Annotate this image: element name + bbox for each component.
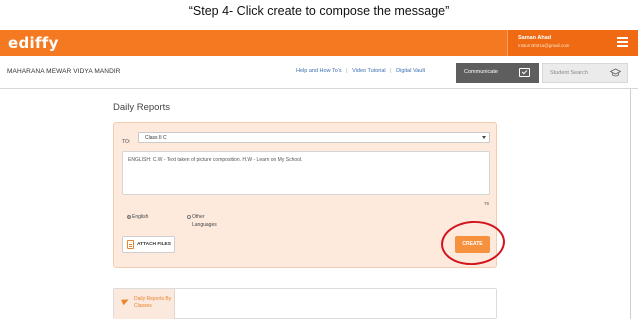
help-link[interactable]: Help and How To's — [296, 68, 342, 74]
help-links: Help and How To's | Video Tutorial | Dig… — [296, 68, 428, 74]
message-textarea[interactable]: ENGLISH: C.W - Text taken of picture com… — [122, 151, 490, 195]
radio-selected-icon — [127, 214, 131, 219]
radio-other-label: Other Languages — [192, 214, 217, 228]
file-attach-icon — [127, 240, 134, 249]
to-label: TO: — [122, 139, 131, 145]
radio-english[interactable]: English — [127, 214, 148, 220]
tab-daily-reports-by-classes[interactable]: Daily Reports By Classes — [114, 289, 175, 319]
student-search-box[interactable]: Student Search — [542, 63, 628, 83]
school-name: MAHARANA MEWAR VIDYA MANDIR — [7, 68, 121, 75]
message-check-icon — [519, 68, 530, 77]
hamburger-menu-icon[interactable] — [617, 37, 628, 47]
tab-label: Daily Reports By Classes — [134, 296, 172, 309]
radio-english-label: English — [132, 214, 149, 220]
send-icon — [121, 296, 130, 306]
dropdown-caret-icon — [482, 136, 486, 139]
video-tutorial-link[interactable]: Video Tutorial — [352, 68, 386, 74]
link-separator: | — [390, 68, 392, 74]
compose-card: TO: Class II C ENGLISH: C.W - Text taken… — [113, 122, 497, 268]
user-profile[interactable]: Saman Ahad msturn3021a@gmail.com — [507, 30, 638, 56]
top-bar: ediffy Saman Ahad msturn3021a@gmail.com — [0, 30, 638, 56]
radio-unselected-icon — [187, 214, 191, 219]
attach-files-button[interactable]: ATTACH FILES — [122, 236, 175, 253]
class-select-value: Class II C — [145, 135, 167, 141]
secondary-nav: MAHARANA MEWAR VIDYA MANDIR Help and How… — [0, 56, 638, 89]
report-list-card: Daily Reports By Classes — [113, 288, 497, 319]
class-select[interactable]: Class II C — [138, 132, 490, 143]
student-search-placeholder: Student Search — [550, 70, 588, 76]
attach-files-label: ATTACH FILES — [137, 242, 171, 247]
radio-other-languages[interactable]: Other Languages — [187, 214, 218, 229]
user-email: msturn3021a@gmail.com — [518, 43, 570, 48]
digital-vault-link[interactable]: Digital Vault — [396, 68, 425, 74]
user-name: Saman Ahad — [518, 35, 552, 41]
scrollbar-track[interactable] — [630, 89, 631, 319]
link-separator: | — [346, 68, 348, 74]
graduation-cap-icon — [610, 68, 621, 77]
message-text: ENGLISH: C.W - Text taken of picture com… — [128, 157, 303, 163]
communicate-label: Communicate — [464, 69, 498, 75]
communicate-tab[interactable]: Communicate — [456, 63, 539, 83]
page-title: Daily Reports — [113, 102, 171, 113]
ediffy-logo[interactable]: ediffy — [8, 34, 59, 52]
char-counter: 76 — [484, 201, 490, 206]
tutorial-caption: “Step 4- Click create to compose the mes… — [188, 4, 450, 18]
